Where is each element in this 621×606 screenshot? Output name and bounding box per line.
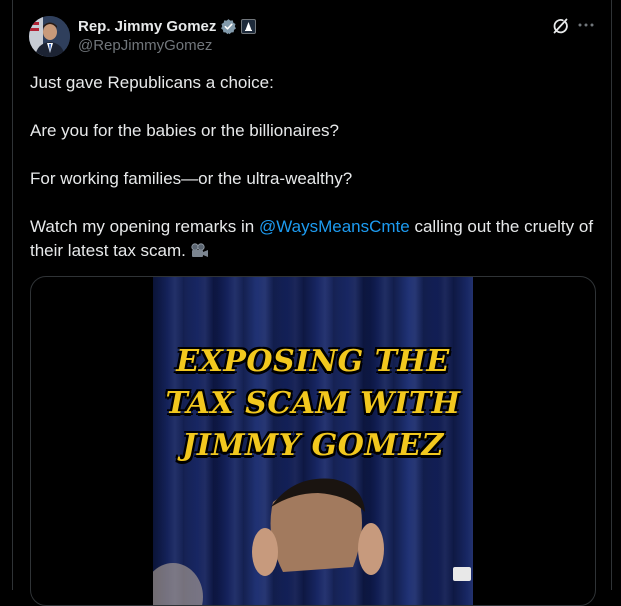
video-player[interactable]: EXPOSING THE TAX SCAM WITH JIMMY GOMEZ — [153, 277, 473, 605]
post-paragraph: For working families—or the ultra-wealth… — [30, 169, 353, 188]
video-camera-icon — [190, 241, 210, 257]
author-handle[interactable]: @RepJimmyGomez — [78, 37, 212, 54]
video-card[interactable]: EXPOSING THE TAX SCAM WITH JIMMY GOMEZ — [30, 276, 596, 606]
author-name[interactable]: Rep. Jimmy Gomez — [78, 18, 216, 35]
post-text: Just gave Republicans a choice: Are you … — [30, 71, 595, 287]
text-segment: Watch my opening remarks in — [30, 217, 259, 236]
verified-badge-icon — [220, 18, 237, 35]
post-paragraph: Are you for the babies or the billionair… — [30, 121, 340, 140]
grok-icon[interactable] — [551, 17, 569, 35]
post-paragraph: Watch my opening remarks in @WaysMeansCm… — [30, 215, 595, 263]
video-title-line: TAX SCAM WITH — [165, 386, 461, 421]
speaker-figure — [153, 478, 471, 605]
video-title-line: EXPOSING THE — [176, 344, 450, 379]
avatar[interactable] — [29, 16, 70, 57]
government-badge-icon — [241, 18, 257, 34]
post-paragraph: Just gave Republicans a choice: — [30, 73, 274, 92]
video-title: EXPOSING THE TAX SCAM WITH JIMMY GOMEZ — [153, 341, 473, 467]
more-icon[interactable] — [577, 16, 595, 34]
author-row: Rep. Jimmy Gomez — [78, 16, 257, 36]
mention-link[interactable]: @WaysMeansCmte — [259, 217, 410, 236]
avatar-image — [29, 16, 70, 57]
